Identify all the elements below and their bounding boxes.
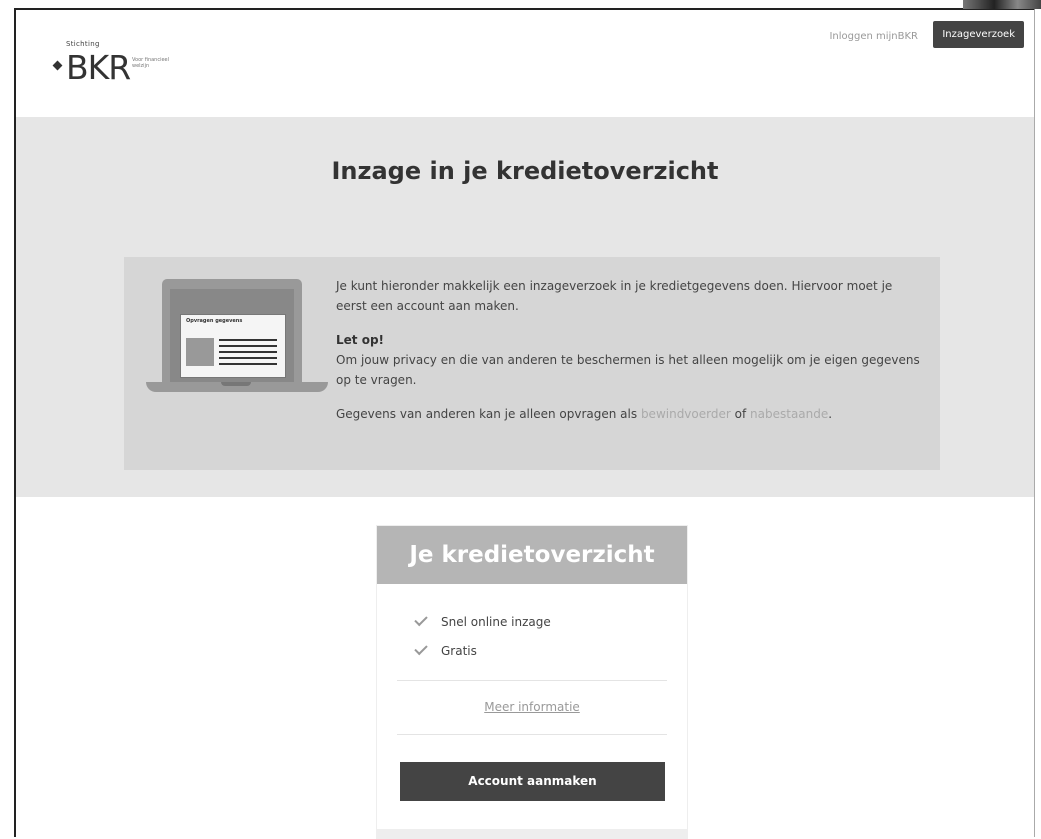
check-icon <box>414 641 428 656</box>
letop-heading: Let op! <box>336 333 385 347</box>
inzageverzoek-button[interactable]: Inzageverzoek <box>933 21 1024 48</box>
laptop-screen: Opvragen gegevens <box>162 279 302 382</box>
illustration-image-icon <box>186 338 214 366</box>
card-title: Je kredietoverzicht <box>377 526 687 584</box>
account-aanmaken-button[interactable]: Account aanmaken <box>400 762 665 801</box>
logo-diamond-icon <box>52 60 63 71</box>
feature-item: Snel online inzage <box>414 612 551 629</box>
divider <box>397 734 667 735</box>
hero-section: Inzage in je kredietoverzicht Opvragen g… <box>16 117 1034 497</box>
logo-wordmark: BKR <box>66 48 131 87</box>
meer-informatie-link[interactable]: Meer informatie <box>377 700 687 714</box>
others-text: Gegevens van anderen kan je alleen opvra… <box>336 407 833 421</box>
divider <box>397 680 667 681</box>
bewindvoerder-link[interactable]: bewindvoerder <box>641 407 731 421</box>
login-link[interactable]: Inloggen mijnBKR <box>829 31 918 42</box>
corner-photo <box>963 0 1041 9</box>
feature-item: Gratis <box>414 641 477 658</box>
kredietoverzicht-card: Je kredietoverzicht Snel online inzage G… <box>377 526 687 839</box>
illustration-card-title: Opvragen gegevens <box>186 318 243 324</box>
page-title: Inzage in je kredietoverzicht <box>331 157 719 185</box>
letop-text: Om jouw privacy en die van anderen te be… <box>336 353 920 387</box>
logo-stichting-text: Stichting <box>66 40 100 48</box>
intro-text: Je kunt hieronder makkelijk een inzageve… <box>336 279 893 313</box>
check-icon <box>414 612 428 627</box>
browser-frame: Stichting BKR Voor financieel welzijn In… <box>14 8 1035 839</box>
laptop-illustration-icon: Opvragen gegevens <box>146 279 328 399</box>
info-box: Opvragen gegevens Je kunt hieronder makk… <box>124 257 940 470</box>
bkr-logo[interactable]: Stichting BKR Voor financieel welzijn <box>52 40 212 90</box>
logo-tagline: Voor financieel welzijn <box>132 57 170 69</box>
site-header: Stichting BKR Voor financieel welzijn In… <box>16 10 1034 117</box>
illustration-card: Opvragen gegevens <box>180 314 286 378</box>
nabestaande-link[interactable]: nabestaande <box>750 407 828 421</box>
info-text: Je kunt hieronder makkelijk een inzageve… <box>336 276 926 424</box>
